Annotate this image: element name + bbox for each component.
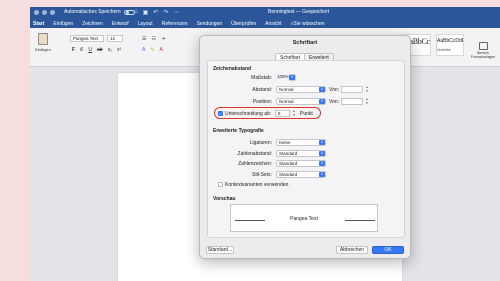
close-window-button[interactable] — [34, 10, 39, 15]
ok-button[interactable]: OK — [372, 246, 404, 254]
section-advanced-typography: Erweiterte Typografie — [213, 128, 264, 134]
spacing-by-input[interactable] — [341, 86, 363, 93]
more-icon[interactable]: ⋯ — [173, 9, 179, 16]
spacing-by-label: Von: — [328, 87, 339, 93]
position-select[interactable]: Normal ⇕ — [276, 98, 326, 105]
spacing-select[interactable]: Normal ⇕ — [276, 86, 326, 93]
font-name-select[interactable]: Pangea Text — [70, 35, 104, 42]
chevron-updown-icon: ⇕ — [319, 172, 325, 177]
styles-pane-label: Bereich Formatvorlagen — [470, 51, 496, 59]
contextual-alternates-checkbox[interactable] — [218, 182, 223, 187]
kerning-checkbox[interactable]: ✓ — [218, 111, 223, 116]
position-by-input[interactable] — [341, 98, 363, 105]
home-icon[interactable]: ⌂ — [134, 9, 138, 16]
paste-label: Einfügen — [35, 47, 51, 52]
strikethrough-button[interactable]: ab — [97, 47, 103, 53]
styles-gallery: AaBbCcDdEe Titel AaBbCcDdEe Untertitel — [403, 34, 464, 56]
section-preview: Vorschau — [213, 196, 236, 202]
number-spacing-value: Standard — [279, 151, 298, 156]
position-value: Normal — [279, 99, 294, 104]
chevron-updown-icon: ⇕ — [319, 99, 325, 104]
text-effects-icon[interactable]: A — [142, 47, 145, 53]
subscript-button[interactable]: x₂ — [108, 47, 112, 53]
scale-select[interactable]: ▾ — [289, 74, 296, 81]
autosave: Automatisches Speichern — [64, 9, 135, 15]
stylistic-sets-label: Stil-Sets: — [251, 172, 272, 178]
styles-pane-icon — [478, 42, 488, 50]
underline-button[interactable]: U — [88, 47, 92, 53]
paste-button[interactable]: Einfügen — [34, 33, 52, 52]
kerning-input[interactable]: 6 — [275, 110, 290, 117]
paragraph-buttons: ☰ ☷ ⇥ — [142, 36, 165, 42]
cancel-button[interactable]: Abbrechen — [336, 246, 368, 254]
position-by-label: Von: — [328, 99, 339, 105]
zoom-window-button[interactable] — [50, 10, 55, 15]
bold-button[interactable]: F — [72, 47, 75, 53]
chevron-updown-icon: ⇕ — [319, 140, 325, 145]
dialog-title: Schriftart — [292, 40, 318, 46]
chevron-updown-icon: ⇕ — [319, 161, 325, 166]
style-untertitel-label: Untertitel — [437, 48, 452, 52]
chevron-updown-icon: ⇕ — [319, 151, 325, 156]
position-label: Position: — [252, 99, 272, 105]
default-button[interactable]: Standard... — [206, 246, 234, 254]
quick-access-toolbar: ⌂ ▣ ↶ ↷ ⋯ — [134, 9, 179, 16]
clipboard-icon — [38, 33, 48, 45]
chevron-down-icon: ▾ — [289, 75, 295, 80]
number-forms-value: Standard — [279, 161, 298, 166]
spacing-by-stepper[interactable]: ▲ ▼ — [365, 85, 369, 93]
style-untertitel[interactable]: AaBbCcDdEe Untertitel — [436, 34, 464, 56]
style-untertitel-sample: AaBbCcDdEe — [437, 38, 463, 44]
preview-text: Pangea Text — [290, 216, 318, 222]
scale-label: Maßstab: — [251, 75, 272, 81]
title-bar: Automatisches Speichern ⌂ ▣ ↶ ↷ ⋯ Bennin… — [30, 7, 500, 19]
document-title: Benningtest — Gespeichert — [268, 9, 330, 15]
highlight-icon[interactable]: ✎ — [150, 47, 154, 53]
ligatures-select[interactable]: Keine ⇕ — [276, 139, 326, 146]
save-icon[interactable]: ▣ — [143, 9, 149, 16]
scale-value: 100% — [277, 74, 289, 79]
kerning-label: Unterschneidung ab: — [225, 111, 272, 117]
font-color-icon[interactable]: A — [160, 47, 163, 53]
section-character-spacing: Zeichenabstand — [213, 66, 252, 72]
number-forms-label: Zahlenzeichen: — [238, 161, 272, 167]
preview-baseline-right — [345, 220, 375, 221]
stylistic-sets-value: Standard — [279, 172, 298, 177]
spacing-label: Abstand: — [252, 87, 272, 93]
contextual-alternates-label: Kontextvarianten verwenden — [225, 182, 289, 188]
window-controls — [34, 10, 55, 15]
chevron-updown-icon: ⇕ — [319, 87, 325, 92]
format-buttons: F K U ab x₂ x² — [72, 47, 121, 53]
minimize-window-button[interactable] — [42, 10, 47, 15]
number-spacing-select[interactable]: Standard ⇕ — [276, 150, 326, 157]
superscript-button[interactable]: x² — [117, 47, 121, 53]
ligatures-label: Ligaturen: — [249, 140, 272, 146]
number-forms-select[interactable]: Standard ⇕ — [276, 160, 326, 167]
styles-pane-button[interactable]: Bereich Formatvorlagen — [469, 42, 497, 59]
number-spacing-label: Zahlenabstand: — [237, 151, 272, 157]
numbering-icon[interactable]: ☷ — [151, 36, 155, 42]
ribbon-tabs: Start Einfügen Zeichnen Entwurf Layout R… — [30, 19, 500, 29]
preview-box: Pangea Text — [230, 204, 378, 232]
stylistic-sets-select[interactable]: Standard ⇕ — [276, 171, 326, 178]
ligatures-value: Keine — [279, 140, 291, 145]
kerning-stepper[interactable]: ▲ ▼ — [292, 109, 296, 117]
autosave-label: Automatisches Speichern — [64, 9, 121, 15]
bullets-icon[interactable]: ☰ — [142, 36, 146, 42]
spacing-value: Normal — [279, 87, 294, 92]
undo-icon[interactable]: ↶ — [153, 9, 158, 16]
italic-button[interactable]: K — [80, 47, 83, 53]
color-buttons: A ✎ A — [142, 47, 163, 53]
redo-icon[interactable]: ↷ — [163, 9, 168, 16]
font-size-select[interactable]: 12 — [107, 35, 123, 42]
position-by-stepper[interactable]: ▲ ▼ — [365, 97, 369, 105]
indent-icon[interactable]: ⇥ — [161, 36, 165, 42]
kerning-unit: Punkt — [300, 111, 313, 117]
